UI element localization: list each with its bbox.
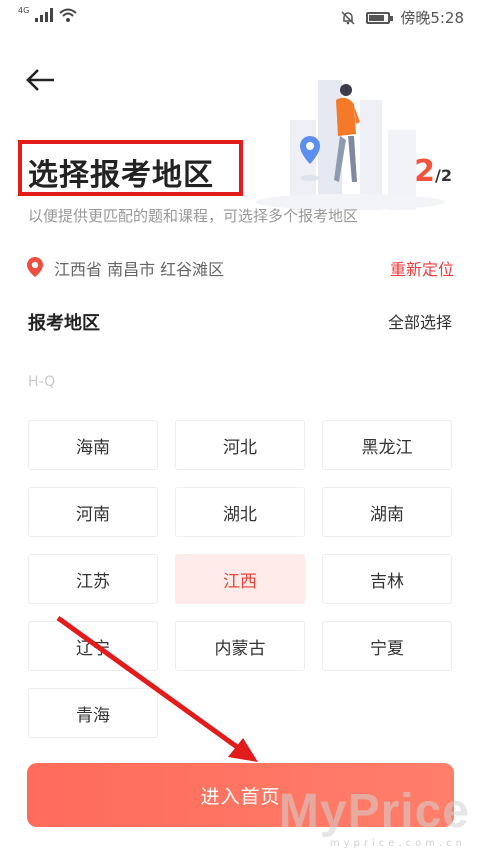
back-arrow-icon	[26, 69, 54, 91]
watermark-url: myprice.com.cn	[329, 838, 466, 849]
mute-bell-icon	[341, 10, 355, 25]
region-option[interactable]: 内蒙古	[175, 621, 305, 671]
status-right: 傍晚5:28	[340, 7, 464, 28]
region-option[interactable]: 湖北	[175, 487, 305, 537]
watermark-logo: MyPrice	[278, 785, 470, 838]
back-button[interactable]	[24, 64, 60, 98]
region-grid: 海南 河北 黑龙江河南 湖北 湖南江苏 江西 吉林辽宁 内蒙古 宁夏青海	[28, 420, 454, 738]
region-option[interactable]: 江西	[175, 554, 305, 604]
step-current: 2	[414, 154, 436, 189]
region-section-title: 报考地区	[28, 313, 100, 334]
region-option[interactable]: 江苏	[28, 554, 158, 604]
location-text: 江西省 南昌市 红谷滩区	[54, 260, 225, 279]
network-type: 4G	[18, 5, 30, 15]
title-highlight-box	[18, 140, 243, 196]
status-left: 4G	[18, 5, 77, 22]
current-location-row: 江西省 南昌市 红谷滩区 重新定位	[26, 256, 454, 280]
region-option[interactable]: 青海	[28, 688, 158, 738]
region-option[interactable]: 河北	[175, 420, 305, 470]
select-all-button[interactable]: 全部选择	[388, 309, 452, 333]
battery-icon	[366, 11, 394, 24]
region-option[interactable]: 海南	[28, 420, 158, 470]
region-group-label: H-Q	[28, 374, 56, 390]
region-option[interactable]: 河南	[28, 487, 158, 537]
wifi-icon	[59, 8, 77, 22]
page-subtitle: 以便提供更匹配的题和课程，可选择多个报考地区	[28, 207, 359, 225]
clock: 傍晚5:28	[400, 9, 464, 27]
signal-icon	[35, 8, 54, 22]
region-option[interactable]: 吉林	[322, 554, 452, 604]
relocate-button[interactable]: 重新定位	[390, 256, 454, 280]
battery-level	[369, 14, 384, 21]
location-pin-icon	[27, 257, 43, 277]
step-indicator: 2/2	[414, 154, 452, 189]
region-option[interactable]: 宁夏	[322, 621, 452, 671]
region-option[interactable]: 湖南	[322, 487, 452, 537]
status-bar: 4G 傍晚5:28	[0, 0, 480, 34]
region-option[interactable]: 辽宁	[28, 621, 158, 671]
region-option[interactable]: 黑龙江	[322, 420, 452, 470]
step-total: /2	[435, 166, 452, 185]
